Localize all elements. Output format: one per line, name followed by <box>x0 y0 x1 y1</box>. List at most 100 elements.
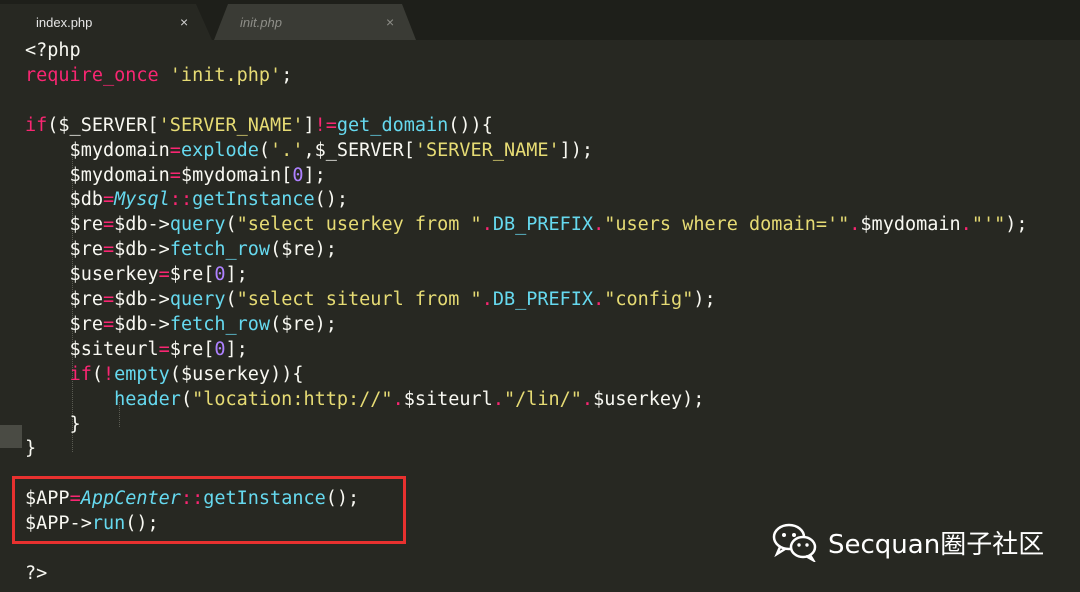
code-token: $re <box>25 289 103 310</box>
code-token: . <box>593 214 605 236</box>
code-token: <?php <box>25 40 81 61</box>
code-token: != <box>314 114 337 136</box>
code-token: $re <box>25 239 103 261</box>
tab-index-php[interactable]: index.php × <box>0 4 212 40</box>
code-token: ]; <box>225 264 248 286</box>
code-line: if(!empty($userkey)){ <box>25 362 304 387</box>
code-line: $userkey=$re[0]; <box>25 262 248 287</box>
current-line-marker <box>0 425 22 448</box>
code-line: } <box>25 436 36 461</box>
code-token: ]); <box>559 139 594 161</box>
code-line: $re=$db->fetch_row($re); <box>25 237 337 262</box>
code-line: $mydomain=explode('.',$_SERVER['SERVER_N… <box>25 138 594 163</box>
code-token: ($_SERVER[ <box>47 114 159 136</box>
code-token: empty <box>114 363 170 385</box>
code-token: = <box>158 264 170 286</box>
code-line: $db=Mysql::getInstance(); <box>25 187 349 212</box>
watermark-text: Secquan圈子社区 <box>828 529 1045 560</box>
code-token: ,$_SERVER[ <box>303 139 415 161</box>
code-token: $re <box>25 313 103 335</box>
code-token: = <box>102 313 115 335</box>
close-icon[interactable]: × <box>180 14 188 30</box>
code-token: if <box>69 363 92 385</box>
code-token: 'init.php' <box>169 64 282 86</box>
tab-bar: index.php × init.php × <box>0 0 1080 40</box>
code-token: $userkey <box>25 264 159 286</box>
code-token: "/lin/" <box>503 388 582 410</box>
code-token: $re[ <box>169 338 215 360</box>
code-token: 0 <box>214 338 226 360</box>
code-token: ($re); <box>270 313 337 335</box>
code-token: $db-> <box>114 239 170 261</box>
code-token: 'SERVER_NAME' <box>158 114 304 136</box>
code-token: 0 <box>214 264 226 286</box>
code-token: :: <box>169 189 193 211</box>
code-token: $siteurl <box>403 388 493 410</box>
code-token: . <box>492 388 504 410</box>
code-token: . <box>392 388 404 410</box>
code-line: $re=$db->fetch_row($re); <box>25 312 337 337</box>
code-token: getInstance <box>192 189 315 211</box>
code-token: ($re); <box>270 239 337 261</box>
code-token: $db <box>25 189 103 211</box>
code-token: = <box>169 139 181 161</box>
tab-init-php[interactable]: init.php × <box>214 4 416 40</box>
code-token: "users where domain='" <box>604 214 850 236</box>
code-token: ); <box>1005 214 1028 236</box>
code-token: $mydomain <box>860 214 961 236</box>
code-token: ; <box>281 64 293 86</box>
code-token: (); <box>314 189 349 211</box>
code-token: "select userkey from " <box>236 214 482 236</box>
code-line: $mydomain=$mydomain[0]; <box>25 163 326 188</box>
code-editor[interactable]: <?php require_once 'init.php'; if($_SERVER… <box>0 38 1080 592</box>
code-line: } <box>25 412 81 437</box>
code-line: ?> <box>25 561 47 586</box>
code-token: $siteurl <box>25 338 159 360</box>
highlight-box <box>12 476 406 544</box>
code-token: query <box>169 289 226 310</box>
tab-label: init.php <box>240 14 282 30</box>
code-token: explode <box>180 139 259 161</box>
code-token: "select siteurl from " <box>236 289 482 310</box>
code-token: 'SERVER_NAME' <box>414 139 560 161</box>
code-line: <?php <box>25 38 81 63</box>
code-line: header("location:http://".$siteurl."/lin… <box>25 387 704 412</box>
code-token: $db-> <box>114 313 170 335</box>
code-token: ( <box>258 139 271 161</box>
code-line: if($_SERVER['SERVER_NAME']!=get_domain()… <box>25 113 493 138</box>
code-token: ]; <box>303 164 326 186</box>
code-token: ( <box>225 214 237 236</box>
code-token: fetch_row <box>169 239 271 261</box>
code-token: . <box>481 214 493 236</box>
code-token: DB_PREFIX <box>492 214 594 236</box>
code-token: ] <box>303 114 315 136</box>
code-token: . <box>581 388 594 410</box>
code-token: . <box>481 289 493 310</box>
code-token: header <box>114 388 181 410</box>
close-icon[interactable]: × <box>386 14 394 30</box>
code-token: ( <box>91 363 103 385</box>
code-token: . <box>593 289 605 310</box>
code-token: $mydomain <box>25 164 170 186</box>
code-line: require_once 'init.php'; <box>25 63 292 88</box>
code-token: = <box>102 239 115 261</box>
code-token: query <box>169 214 226 236</box>
code-line: $re=$db->query("select siteurl from ".DB… <box>25 287 716 312</box>
code-token: ()){ <box>448 114 493 136</box>
code-token: ! <box>102 363 115 385</box>
code-line: $re=$db->query("select userkey from ".DB… <box>25 212 1028 237</box>
code-token: $db-> <box>114 289 170 310</box>
code-line: $siteurl=$re[0]; <box>25 337 248 362</box>
code-token: if <box>25 114 48 136</box>
code-token: $re[ <box>169 264 215 286</box>
code-token: = <box>102 214 115 236</box>
code-token: ?> <box>25 562 48 584</box>
code-token: $userkey <box>593 388 683 410</box>
code-token: Mysql <box>114 189 170 211</box>
code-token: "config" <box>604 289 694 310</box>
code-token: require_once <box>25 64 159 86</box>
code-token: $db-> <box>114 214 170 236</box>
